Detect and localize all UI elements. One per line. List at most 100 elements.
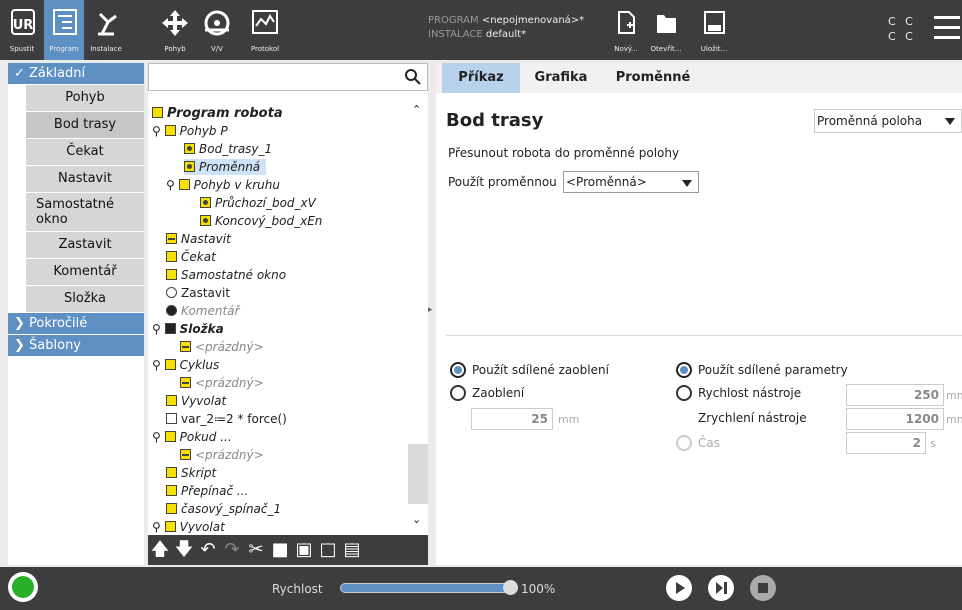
installation-tab[interactable]: Instalace bbox=[86, 0, 126, 60]
blend-unit: mm bbox=[558, 413, 580, 426]
run-tab[interactable]: UR Spustit bbox=[2, 0, 42, 60]
node-folder[interactable]: Složka bbox=[26, 286, 144, 313]
empty-node-icon bbox=[180, 449, 191, 460]
blend-radio[interactable] bbox=[450, 385, 466, 401]
blend-label: Zaoblení bbox=[472, 386, 525, 400]
shared-params-label: Použít sdílené parametry bbox=[698, 363, 848, 377]
shared-blend-radio[interactable] bbox=[450, 362, 466, 378]
delete-icon[interactable]: □ bbox=[316, 535, 340, 565]
tree-node-via[interactable]: Průchozí_bod_xV bbox=[200, 195, 316, 211]
shared-params-radio[interactable] bbox=[676, 362, 692, 378]
paste-icon[interactable]: ▣ bbox=[292, 535, 316, 565]
power-button-icon[interactable] bbox=[8, 572, 38, 602]
io-tab[interactable]: V/V bbox=[197, 0, 237, 60]
time-label: Čas bbox=[698, 436, 720, 450]
tool-speed-unit: mm/s bbox=[946, 389, 962, 402]
time-radio[interactable] bbox=[676, 435, 692, 451]
node-waypoint[interactable]: Bod trasy bbox=[26, 112, 144, 139]
scroll-up-icon[interactable]: ⌃ bbox=[412, 103, 421, 116]
tree-node-set[interactable]: Nastavit bbox=[166, 231, 231, 247]
scroll-down-icon[interactable]: ⌄ bbox=[412, 513, 421, 526]
tree-node-move-p[interactable]: ⚲ Pohyb P bbox=[152, 123, 228, 139]
tab-graphics[interactable]: Grafika bbox=[522, 63, 600, 93]
scroll-thumb[interactable] bbox=[408, 444, 428, 504]
command-panel: Příkaz Grafika Proměnné Bod trasy Proměn… bbox=[436, 63, 962, 565]
tree-node-movec[interactable]: ⚲ Pohyb v kruhu bbox=[166, 177, 280, 193]
hamburger-menu-icon[interactable] bbox=[934, 16, 960, 44]
move-down-icon[interactable]: 🡇 bbox=[172, 535, 196, 565]
panel-divider-icon[interactable]: ▸ bbox=[428, 305, 436, 315]
tree-node-popup[interactable]: Samostatné okno bbox=[166, 267, 286, 283]
tree-node-call[interactable]: Vyvolat bbox=[166, 393, 226, 409]
tree-scrollbar[interactable]: ⌃ ⌄ bbox=[408, 99, 428, 533]
log-tab[interactable]: Protokol bbox=[245, 0, 285, 60]
cut-icon[interactable]: ✂ bbox=[244, 535, 268, 565]
node-move[interactable]: Pohyb bbox=[26, 85, 144, 112]
loop-icon bbox=[164, 359, 176, 370]
waypoint-type-select[interactable]: Proměnná poloha bbox=[814, 109, 962, 133]
category-templates[interactable]: ❯ Šablony bbox=[8, 335, 144, 357]
category-advanced[interactable]: ❯ Pokročilé bbox=[8, 313, 144, 335]
undo-icon[interactable]: ↶ bbox=[196, 535, 220, 565]
connection-indicator: C C C C bbox=[888, 15, 916, 43]
program-node-icon bbox=[152, 107, 163, 118]
speed-slider[interactable] bbox=[340, 583, 512, 593]
tree-node-if[interactable]: ⚲ Pokud ... bbox=[152, 429, 232, 445]
node-wait[interactable]: Čekat bbox=[26, 139, 144, 166]
folder-icon bbox=[657, 15, 676, 33]
program-tab[interactable]: Program bbox=[44, 0, 84, 60]
step-button[interactable] bbox=[708, 575, 734, 601]
blend-input[interactable]: 25 bbox=[471, 408, 553, 430]
tool-speed-label: Rychlost nástroje bbox=[698, 386, 802, 400]
tool-speed-input[interactable]: 250 bbox=[846, 384, 944, 406]
new-button[interactable]: Nový... bbox=[608, 0, 644, 60]
pin-icon: ⚲ bbox=[152, 124, 161, 138]
folder-node-icon bbox=[164, 323, 176, 334]
tree-root[interactable]: Program robota bbox=[152, 105, 283, 121]
program-tree[interactable]: Program robota ⚲ Pohyb P Bod_trasy_1 Pro… bbox=[148, 99, 406, 533]
tree-node-switch[interactable]: Přepínač ... bbox=[166, 483, 248, 499]
tab-command[interactable]: Příkaz bbox=[442, 63, 520, 93]
tree-node-end[interactable]: Koncový_bod_xEn bbox=[200, 213, 322, 229]
tree-node-empty[interactable]: <prázdný> bbox=[180, 375, 264, 391]
node-popup[interactable]: Samostatné okno bbox=[26, 193, 144, 232]
tree-node-call-2[interactable]: ⚲ Vyvolat bbox=[152, 519, 225, 533]
tree-node-halt[interactable]: Zastavit bbox=[166, 285, 230, 301]
save-button[interactable]: Uložit... bbox=[696, 0, 732, 60]
speed-slider-handle[interactable] bbox=[503, 580, 518, 595]
move-tab[interactable]: Pohyb bbox=[155, 0, 195, 60]
node-set[interactable]: Nastavit bbox=[26, 166, 144, 193]
tree-node-empty[interactable]: <prázdný> bbox=[180, 339, 264, 355]
play-button[interactable] bbox=[666, 575, 692, 601]
tree-node-variable-selected[interactable]: Proměnná bbox=[184, 159, 267, 175]
open-button[interactable]: Otevřít... bbox=[648, 0, 684, 60]
node-halt[interactable]: Zastavit bbox=[26, 232, 144, 259]
copy-icon[interactable]: ■ bbox=[268, 535, 292, 565]
tree-node-wait[interactable]: Čekat bbox=[166, 249, 216, 265]
search-icon[interactable] bbox=[405, 69, 421, 85]
tree-node-waypoint-1[interactable]: Bod_trasy_1 bbox=[184, 141, 272, 157]
time-input[interactable]: 2 bbox=[846, 432, 926, 454]
tool-accel-input[interactable]: 1200 bbox=[846, 408, 944, 430]
installation-icon bbox=[98, 12, 117, 36]
tree-node-script[interactable]: Skript bbox=[166, 465, 216, 481]
tab-variables[interactable]: Proměnné bbox=[606, 63, 700, 93]
stop-button[interactable] bbox=[750, 575, 776, 601]
node-comment[interactable]: Komentář bbox=[26, 259, 144, 286]
move-up-icon[interactable]: 🡅 bbox=[148, 535, 172, 565]
tree-node-empty[interactable]: <prázdný> bbox=[180, 447, 264, 463]
tree-search-field[interactable] bbox=[148, 63, 428, 91]
tree-node-loop[interactable]: ⚲ Cyklus bbox=[152, 357, 219, 373]
tool-speed-radio[interactable] bbox=[676, 385, 692, 401]
variable-select[interactable]: <Proměnná> bbox=[563, 171, 699, 193]
new-file-icon bbox=[618, 11, 635, 34]
move-node-icon bbox=[164, 125, 176, 136]
redo-icon[interactable]: ↷ bbox=[220, 535, 244, 565]
suppress-icon[interactable]: ▤ bbox=[340, 535, 364, 565]
tree-node-comment[interactable]: Komentář bbox=[166, 303, 239, 319]
tree-node-timer[interactable]: časový_spínač_1 bbox=[166, 501, 281, 517]
tree-node-assignment[interactable]: var_2≔2 * force() bbox=[166, 411, 287, 427]
category-basic[interactable]: ✓︎ Základní bbox=[8, 63, 144, 85]
chevron-down-icon bbox=[945, 118, 955, 125]
tree-node-folder[interactable]: ⚲ Složka bbox=[152, 321, 224, 337]
